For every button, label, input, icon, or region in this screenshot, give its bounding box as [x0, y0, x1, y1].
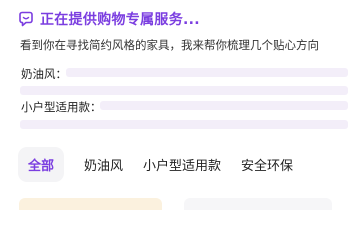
- tab-cream-style[interactable]: 奶油风: [74, 147, 133, 182]
- tab-safe-eco[interactable]: 安全环保: [231, 147, 303, 182]
- shopping-assistant-panel: 正在提供购物专属服务... 看到你在寻找简约风格的家具，我来帮你梳理几个贴心方向…: [0, 0, 348, 210]
- loading-skeleton-line: [20, 120, 348, 129]
- loading-skeleton-line: [66, 68, 348, 77]
- tab-all[interactable]: 全部: [18, 147, 64, 182]
- chat-bubble-icon: [19, 11, 33, 27]
- service-status-title: 正在提供购物专属服务...: [40, 12, 200, 28]
- service-status-header: 正在提供购物专属服务...: [19, 9, 200, 29]
- section-label-small-apartment: 小户型适用款：: [21, 100, 102, 114]
- assistant-intro-text: 看到你在寻找简约风格的家具，我来帮你梳理几个贴心方向: [20, 38, 319, 52]
- product-card[interactable]: [184, 198, 332, 210]
- category-tab-bar: 全部 奶油风 小户型适用款 安全环保: [18, 147, 348, 182]
- product-card[interactable]: [19, 198, 162, 210]
- loading-skeleton-line: [20, 86, 348, 95]
- tab-small-apartment[interactable]: 小户型适用款: [133, 147, 231, 182]
- section-label-cream-style: 奶油风：: [21, 67, 67, 81]
- loading-skeleton-line: [100, 101, 348, 110]
